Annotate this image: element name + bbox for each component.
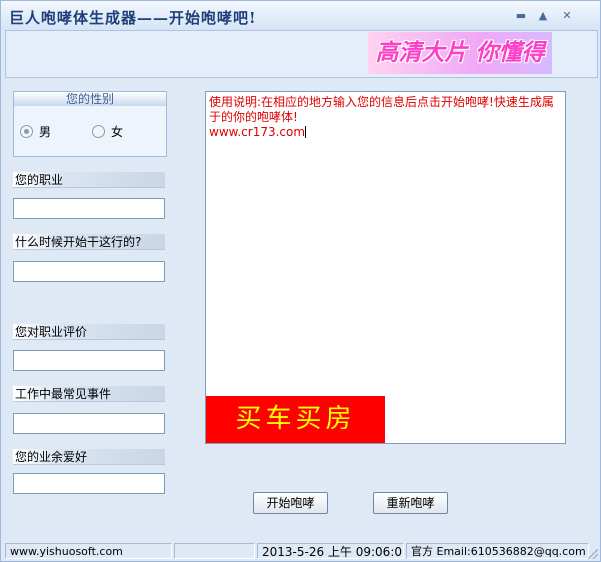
occupation-label: 您的职业: [13, 172, 165, 188]
maximize-button[interactable]: ▲: [536, 9, 550, 23]
job-review-label: 您对职业评价: [13, 324, 165, 340]
common-event-input[interactable]: [13, 413, 165, 434]
status-bar: www.yishuosoft.com 2013-5-26 上午 09:06:01…: [1, 541, 600, 561]
reset-roar-button[interactable]: 重新咆哮: [373, 492, 448, 514]
gender-radio-female[interactable]: 女: [92, 123, 123, 140]
gender-radio-female-label: 女: [111, 125, 124, 139]
app-window: 巨人咆哮体生成器——开始咆哮吧! ▬ ▲ ✕ 高清大片 你懂得 您的性别 男 女…: [0, 0, 601, 562]
hobby-input[interactable]: [13, 473, 165, 494]
output-url-line: www.cr173.com: [209, 125, 307, 139]
status-datetime: 2013-5-26 上午 09:06:01: [257, 543, 404, 559]
hobby-label: 您的业余爱好: [13, 449, 165, 465]
status-email: 官方 Email:610536882@qq.com: [406, 543, 589, 559]
window-title: 巨人咆哮体生成器——开始咆哮吧!: [9, 9, 257, 27]
gender-radio-male-label: 男: [39, 125, 52, 139]
status-empty-panel: [174, 543, 255, 559]
common-event-label: 工作中最常见事件: [13, 386, 165, 402]
gender-group-title: 您的性别: [14, 92, 166, 106]
car-house-ad[interactable]: 买车买房: [206, 396, 385, 443]
output-textarea[interactable]: 使用说明:在相应的地方输入您的信息后点击开始咆哮!快速生成属于的你的咆哮体! w…: [205, 91, 566, 444]
banner-ad-image[interactable]: 高清大片 你懂得: [368, 32, 552, 74]
resize-grip-icon[interactable]: [588, 549, 598, 559]
text-caret: [305, 126, 307, 138]
job-review-input[interactable]: [13, 350, 165, 371]
gender-group: 您的性别 男 女: [13, 91, 167, 157]
close-button[interactable]: ✕: [560, 9, 574, 23]
title-bar[interactable]: 巨人咆哮体生成器——开始咆哮吧! ▬ ▲ ✕: [1, 1, 600, 30]
occupation-input[interactable]: [13, 198, 165, 219]
status-website: www.yishuosoft.com: [5, 543, 172, 559]
instructions-text: 使用说明:在相应的地方输入您的信息后点击开始咆哮!快速生成属于的你的咆哮体!: [209, 95, 554, 124]
radio-checked-icon[interactable]: [20, 125, 33, 138]
top-banner: 高清大片 你懂得: [5, 30, 598, 78]
radio-unchecked-icon[interactable]: [92, 125, 105, 138]
start-time-label: 什么时候开始干这行的?: [13, 234, 165, 250]
start-time-input[interactable]: [13, 261, 165, 282]
minimize-button[interactable]: ▬: [514, 9, 528, 23]
output-url: www.cr173.com: [209, 125, 306, 139]
banner-ad-text: 高清大片 你懂得: [375, 39, 545, 66]
start-roar-button[interactable]: 开始咆哮: [253, 492, 328, 514]
gender-radio-male[interactable]: 男: [20, 123, 51, 140]
